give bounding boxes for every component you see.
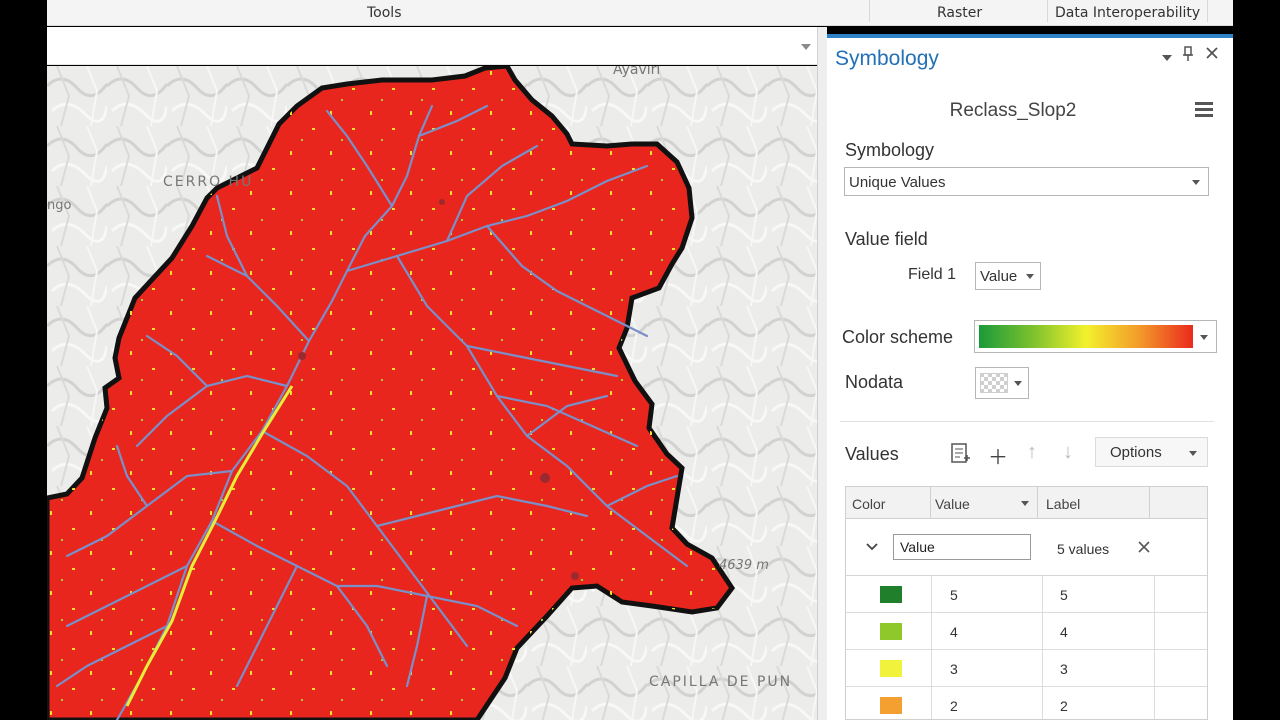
nodata-color-picker[interactable] — [975, 367, 1029, 399]
field1-dropdown[interactable]: Value — [975, 262, 1041, 290]
ribbon-separator — [869, 0, 870, 22]
value-row[interactable]: 4 4 — [846, 613, 1207, 650]
move-down-icon[interactable]: ↓ — [1063, 441, 1073, 464]
map-label-ngo: ngo — [47, 198, 72, 213]
move-up-icon[interactable]: ↑ — [1027, 441, 1037, 464]
screen-border-right — [1233, 0, 1280, 720]
ribbon-group-data-interoperability: Data Interoperability — [1055, 5, 1201, 21]
menu-icon[interactable] — [1195, 102, 1213, 118]
field1-value: Value — [980, 268, 1018, 285]
map-view[interactable]: Ayaviri CERRO HU ngo 4639 m CAPILLA DE P… — [47, 66, 817, 720]
color-cell[interactable] — [846, 687, 932, 719]
map-feature-dot — [540, 473, 550, 483]
value-group-row: Value 5 values — [846, 519, 1207, 576]
color-swatch[interactable] — [880, 623, 902, 640]
section-divider — [840, 421, 1214, 422]
value-cell[interactable]: 2 — [932, 687, 1043, 719]
col-header-label[interactable]: Label — [1046, 496, 1080, 512]
map-feature-dot — [571, 572, 579, 580]
row-value: 2 — [950, 698, 958, 714]
options-label: Options — [1110, 444, 1162, 461]
chevron-down-icon — [1014, 381, 1022, 386]
row-value: 5 — [950, 587, 958, 603]
row-label: 5 — [1060, 587, 1068, 603]
color-ramp-preview — [979, 325, 1193, 348]
color-cell[interactable] — [846, 650, 932, 687]
group-count: 5 values — [1057, 541, 1110, 557]
row-label: 2 — [1060, 698, 1068, 714]
renderer-dropdown[interactable]: Unique Values — [844, 167, 1209, 196]
map-feature-dot — [298, 352, 306, 360]
ribbon-group-raster: Raster — [937, 5, 983, 21]
collapse-chevron-icon[interactable] — [866, 543, 878, 551]
row-label: 3 — [1060, 661, 1068, 677]
color-cell[interactable] — [846, 576, 932, 613]
ribbon-group-tools: Tools — [367, 5, 402, 21]
pane-title: Symbology — [835, 47, 939, 70]
column-separator — [930, 487, 931, 519]
group-field-input[interactable]: Value — [893, 534, 1031, 560]
checkerboard-icon — [980, 373, 1008, 393]
remove-group-icon[interactable] — [1138, 541, 1150, 553]
dropdown-icon[interactable] — [1161, 50, 1173, 67]
options-button[interactable]: Options — [1095, 437, 1208, 467]
row-value: 4 — [950, 624, 958, 640]
layer-name: Reclass_Slop2 — [949, 100, 1077, 121]
value-row[interactable]: 5 5 — [846, 576, 1207, 613]
ribbon-separator — [1207, 0, 1208, 22]
value-cell[interactable]: 3 — [932, 650, 1043, 687]
grid-header: Color Value Label — [846, 487, 1207, 519]
add-all-values-icon[interactable] — [950, 442, 972, 471]
map-label-cerro: CERRO HU — [163, 174, 254, 190]
col-header-value[interactable]: Value — [935, 496, 970, 512]
color-swatch[interactable] — [880, 660, 902, 677]
color-scheme-label: Color scheme — [842, 327, 954, 347]
map-label-capilla: CAPILLA DE PUN — [649, 674, 793, 690]
symbology-section-label: Symbology — [845, 140, 935, 160]
value-field-label: Value field — [845, 229, 928, 249]
map-canvas[interactable] — [47, 66, 817, 720]
value-row[interactable]: 2 2 — [846, 687, 1207, 719]
screen-border-left — [0, 0, 47, 720]
column-separator — [1037, 487, 1038, 519]
chevron-down-icon — [1192, 180, 1200, 185]
chevron-down-icon — [1200, 335, 1208, 340]
values-label: Values — [845, 444, 899, 464]
value-row[interactable]: 3 3 — [846, 650, 1207, 687]
map-label-ayaviri: Ayaviri — [613, 66, 661, 78]
add-value-icon[interactable]: ＋ — [988, 441, 1008, 470]
ribbon-group-bar: Tools Raster Data Interoperability — [47, 0, 1233, 26]
column-separator — [1149, 487, 1150, 519]
color-cell[interactable] — [846, 613, 932, 650]
label-cell[interactable]: 3 — [1043, 650, 1155, 687]
tab-list-dropdown-icon[interactable] — [801, 44, 811, 50]
row-label: 4 — [1060, 624, 1068, 640]
values-grid: Color Value Label Value 5 values 5 5 4 4… — [845, 486, 1208, 720]
ribbon-separator — [1047, 0, 1048, 22]
color-swatch[interactable] — [880, 586, 902, 603]
map-label-elevation: 4639 m — [719, 558, 769, 573]
value-cell[interactable]: 5 — [932, 576, 1043, 613]
close-icon[interactable] — [1205, 46, 1219, 64]
color-swatch[interactable] — [880, 697, 902, 714]
sort-chevron-icon[interactable] — [1021, 501, 1029, 506]
label-cell[interactable]: 4 — [1043, 613, 1155, 650]
label-cell[interactable]: 5 — [1043, 576, 1155, 613]
chevron-down-icon — [1189, 451, 1197, 456]
col-header-color[interactable]: Color — [852, 496, 885, 512]
nodata-label: Nodata — [845, 372, 904, 392]
label-cell[interactable]: 2 — [1043, 687, 1155, 719]
pane-splitter[interactable] — [817, 27, 827, 720]
row-value: 3 — [950, 661, 958, 677]
map-view-tabbar — [47, 27, 817, 65]
field1-label: Field 1 — [908, 266, 957, 283]
renderer-value: Unique Values — [849, 174, 946, 191]
value-cell[interactable]: 4 — [932, 613, 1043, 650]
map-feature-dot — [439, 199, 445, 205]
pin-icon[interactable] — [1182, 46, 1194, 66]
chevron-down-icon — [1026, 274, 1034, 279]
